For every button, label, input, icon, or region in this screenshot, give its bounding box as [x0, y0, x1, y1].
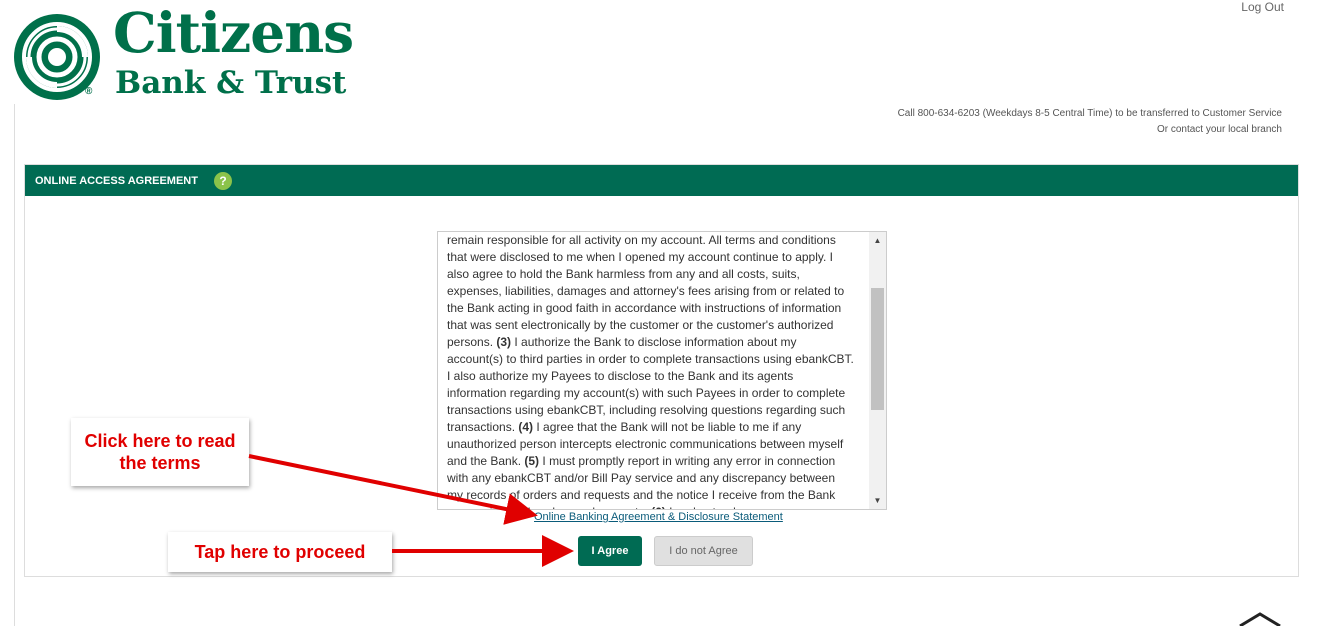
page-frame-border: [14, 104, 15, 626]
triangle-down-icon[interactable]: ▼: [869, 492, 886, 509]
proceed-callout: Tap here to proceed: [168, 532, 392, 572]
terms-line: account(s) to third parties in order to …: [447, 352, 854, 366]
terms-line: my records of orders and requests and th…: [447, 488, 836, 502]
terms-line: information regarding my account(s) with…: [447, 386, 846, 400]
terms-line: persons. (3) I authorize the Bank to dis…: [447, 335, 797, 349]
contact-info: Call 800-634-6203 (Weekdays 8-5 Central …: [898, 106, 1282, 138]
terms-line: unauthorized person intercepts electroni…: [447, 437, 844, 451]
question-mark-icon[interactable]: ?: [213, 171, 232, 190]
terms-line: expenses, liabilities, damages and attor…: [447, 284, 845, 298]
registered-mark: ®: [85, 86, 93, 97]
terms-line: that was sent electronically by the cust…: [447, 318, 834, 332]
chevron-up-icon[interactable]: [1236, 610, 1284, 626]
scroll-thumb[interactable]: [871, 288, 884, 410]
read-terms-callout: Click here to read the terms: [71, 418, 249, 486]
contact-phone-text: Call 800-634-6203 (Weekdays 8-5 Central …: [897, 108, 1282, 119]
terms-line: and the Bank. (5) I must promptly report…: [447, 454, 836, 468]
terms-line: remain responsible for all activity on m…: [447, 233, 836, 247]
terms-line: also agree to hold the Bank harmless fro…: [447, 267, 800, 281]
logo-text-bank-trust: Bank & Trust: [115, 65, 347, 101]
i-do-not-agree-button[interactable]: I do not Agree: [654, 536, 753, 566]
contact-branch-text: Or contact your local branch: [1156, 124, 1282, 135]
panel-header: ONLINE ACCESS AGREEMENT ?: [25, 165, 1298, 196]
terms-text: remain responsible for all activity on m…: [447, 232, 867, 509]
terms-line: that were disclosed to me when I opened …: [447, 250, 834, 264]
triangle-up-icon[interactable]: ▲: [869, 232, 886, 249]
terms-line: transactions using ebankCBT, including r…: [447, 403, 846, 417]
panel-title: ONLINE ACCESS AGREEMENT: [35, 174, 198, 187]
terms-line: transactions. (4) I agree that the Bank …: [447, 420, 802, 434]
agreement-disclosure-link[interactable]: Online Banking Agreement & Disclosure St…: [534, 511, 783, 523]
terms-line: with any ebankCBT and/or Bill Pay servic…: [447, 471, 835, 485]
terms-line: concerning such orders and requests. (6)…: [447, 504, 867, 509]
i-agree-button[interactable]: I Agree: [578, 536, 642, 566]
terms-scrollbar[interactable]: ▲ ▼: [869, 232, 886, 509]
citizens-bank-logo[interactable]: ® Citizens Bank & Trust: [13, 5, 358, 105]
terms-line: I also authorize my Payees to disclose t…: [447, 369, 794, 383]
terms-line: the Bank acting in good faith in accorda…: [447, 301, 842, 315]
logout-link[interactable]: Log Out: [1241, 0, 1284, 14]
terms-scroll-box[interactable]: remain responsible for all activity on m…: [437, 231, 887, 510]
logo-text-citizens: Citizens: [113, 0, 354, 65]
